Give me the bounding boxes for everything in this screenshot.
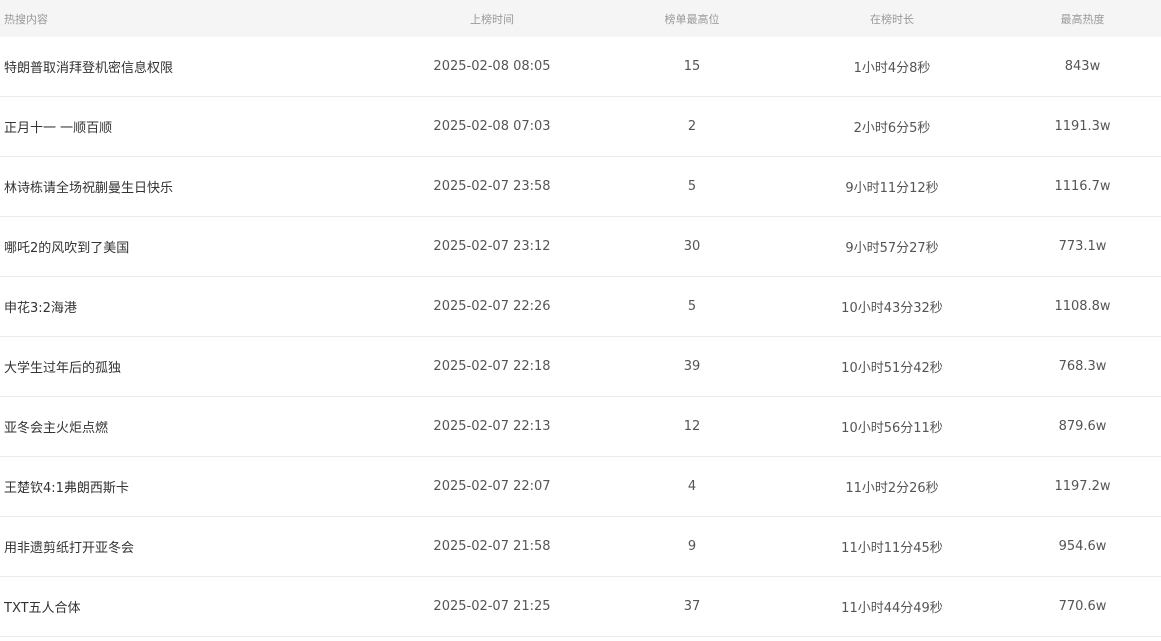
row-heat: 1197.2w — [1054, 479, 1111, 494]
row-duration: 11小时44分49秒 — [841, 601, 943, 616]
header-time[interactable]: 上榜时间 — [380, 11, 604, 27]
row-time: 2025-02-07 22:07 — [433, 479, 551, 494]
row-rank: 5 — [687, 299, 697, 314]
header-duration[interactable]: 在榜时长 — [780, 11, 1004, 27]
row-time: 2025-02-08 08:05 — [433, 59, 551, 74]
table-row[interactable]: 林诗栋请全场祝蒯曼生日快乐 2025-02-07 23:58 5 9小时11分1… — [0, 157, 1161, 217]
row-title[interactable]: 特朗普取消拜登机密信息权限 — [0, 57, 380, 76]
row-duration: 11小时11分45秒 — [841, 541, 943, 556]
table-row[interactable]: 哪吒2的风吹到了美国 2025-02-07 23:12 30 9小时57分27秒… — [0, 217, 1161, 277]
row-time: 2025-02-07 23:58 — [433, 179, 551, 194]
row-title[interactable]: 用非遗剪纸打开亚冬会 — [0, 537, 380, 556]
row-rank: 9 — [687, 539, 697, 554]
row-title[interactable]: 亚冬会主火炬点燃 — [0, 417, 380, 436]
row-title[interactable]: TXT五人合体 — [0, 597, 380, 616]
row-time: 2025-02-07 21:58 — [433, 539, 551, 554]
table-row[interactable]: 正月十一 一顺百顺 2025-02-08 07:03 2 2小时6分5秒 119… — [0, 97, 1161, 157]
row-rank: 4 — [687, 479, 697, 494]
row-duration: 10小时56分11秒 — [841, 421, 943, 436]
row-heat: 770.6w — [1058, 599, 1107, 614]
row-duration: 10小时51分42秒 — [841, 361, 943, 376]
row-heat: 954.6w — [1058, 539, 1107, 554]
row-rank: 37 — [683, 599, 701, 614]
table-row[interactable]: 亚冬会主火炬点燃 2025-02-07 22:13 12 10小时56分11秒 … — [0, 397, 1161, 457]
row-heat: 1191.3w — [1054, 119, 1111, 134]
table-row[interactable]: 大学生过年后的孤独 2025-02-07 22:18 39 10小时51分42秒… — [0, 337, 1161, 397]
hot-search-table: 热搜内容 上榜时间 榜单最高位 在榜时长 最高热度 特朗普取消拜登机密信息权限 … — [0, 0, 1161, 637]
row-rank: 5 — [687, 179, 697, 194]
row-time: 2025-02-07 22:13 — [433, 419, 551, 434]
row-title[interactable]: 大学生过年后的孤独 — [0, 357, 380, 376]
header-heat[interactable]: 最高热度 — [1004, 11, 1161, 27]
row-duration: 1小时4分8秒 — [853, 61, 931, 76]
row-time: 2025-02-07 21:25 — [433, 599, 551, 614]
table-row[interactable]: 王楚钦4:1弗朗西斯卡 2025-02-07 22:07 4 11小时2分26秒… — [0, 457, 1161, 517]
row-time: 2025-02-08 07:03 — [433, 119, 551, 134]
row-rank: 15 — [683, 59, 701, 74]
row-title[interactable]: 林诗栋请全场祝蒯曼生日快乐 — [0, 177, 380, 196]
row-rank: 39 — [683, 359, 701, 374]
header-rank[interactable]: 榜单最高位 — [604, 11, 780, 27]
row-rank: 30 — [683, 239, 701, 254]
table-header: 热搜内容 上榜时间 榜单最高位 在榜时长 最高热度 — [0, 0, 1161, 37]
row-duration: 10小时43分32秒 — [841, 301, 943, 316]
row-rank: 12 — [683, 419, 701, 434]
row-time: 2025-02-07 22:26 — [433, 299, 551, 314]
table-row[interactable]: TXT五人合体 2025-02-07 21:25 37 11小时44分49秒 7… — [0, 577, 1161, 637]
table-row[interactable]: 特朗普取消拜登机密信息权限 2025-02-08 08:05 15 1小时4分8… — [0, 37, 1161, 97]
row-title[interactable]: 哪吒2的风吹到了美国 — [0, 237, 380, 256]
row-heat: 1116.7w — [1054, 179, 1111, 194]
row-heat: 768.3w — [1058, 359, 1107, 374]
row-rank: 2 — [687, 119, 697, 134]
row-title[interactable]: 正月十一 一顺百顺 — [0, 117, 380, 136]
row-duration: 2小时6分5秒 — [853, 121, 931, 136]
header-title[interactable]: 热搜内容 — [0, 11, 380, 27]
row-duration: 11小时2分26秒 — [845, 481, 939, 496]
row-title[interactable]: 申花3:2海港 — [0, 297, 380, 316]
row-heat: 879.6w — [1058, 419, 1107, 434]
row-heat: 1108.8w — [1054, 299, 1111, 314]
row-heat: 773.1w — [1058, 239, 1107, 254]
row-title[interactable]: 王楚钦4:1弗朗西斯卡 — [0, 477, 380, 496]
row-duration: 9小时11分12秒 — [845, 181, 939, 196]
row-heat: 843w — [1064, 59, 1101, 74]
row-time: 2025-02-07 23:12 — [433, 239, 551, 254]
row-duration: 9小时57分27秒 — [845, 241, 939, 256]
row-time: 2025-02-07 22:18 — [433, 359, 551, 374]
table-row[interactable]: 申花3:2海港 2025-02-07 22:26 5 10小时43分32秒 11… — [0, 277, 1161, 337]
table-row[interactable]: 用非遗剪纸打开亚冬会 2025-02-07 21:58 9 11小时11分45秒… — [0, 517, 1161, 577]
